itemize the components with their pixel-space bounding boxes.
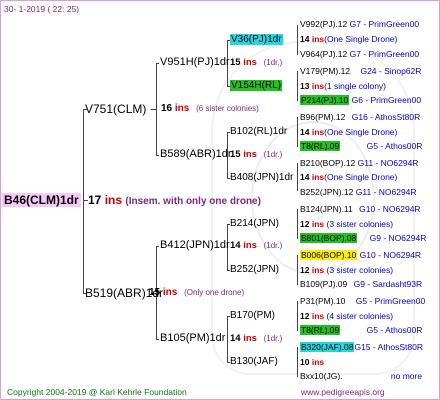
g4-queen-name[interactable]: B130(JAF) <box>230 357 278 367</box>
insem-row: 12 ins (3 sister colonies) <box>300 265 394 275</box>
g3-insem-info: 14 ins (1dr.) <box>230 240 283 251</box>
g3-insem-info: 15 ins (1dr.) <box>230 149 283 160</box>
pedigree-chart: { "header": {"date_line": "30- 1-2019 ( … <box>0 0 440 400</box>
g4-queen-name[interactable]: B252(JPN) <box>230 265 279 275</box>
ancestor-row: B320(JAF).08G15 - AthosSt80R <box>300 342 423 352</box>
connector <box>156 339 159 340</box>
g3-queen-name[interactable]: B589(ABR)1dr <box>160 149 232 160</box>
insem-row: 12 ins (4 sister colonies) <box>300 311 394 321</box>
connector <box>156 246 159 247</box>
dam-insem-info: 15 ins (Only one drone) <box>149 287 245 298</box>
connector <box>151 109 156 110</box>
ancestor-row: B124(JPN).11 G10 - NO6294R <box>300 204 421 214</box>
connector <box>156 63 157 155</box>
ancestor-row: Bxx10(JG). no more <box>300 371 423 381</box>
connector <box>297 255 298 285</box>
connector <box>227 316 228 362</box>
insem-row: 12 ins (3 sister colonies) <box>300 219 394 229</box>
ancestor-row: B252(JPN).12 G11 - NO6294R <box>300 187 417 197</box>
ancestor-row: B96(PM).12 G16 - AthosSt80R <box>300 112 421 122</box>
insem-row: 14 ins(One Single Drone) <box>300 172 398 182</box>
g3-insem-info: 14 ins (1dr.) <box>230 333 283 344</box>
insem-row: 13 ins(1 single colony) <box>300 81 387 91</box>
ancestor-row: B006(BOP).10 G10 - NO6294R <box>300 250 422 260</box>
connector <box>297 117 298 147</box>
ancestor-row: V964(PJ).12 G7 - PrimGreen00 <box>300 49 420 59</box>
copyright-text: Copyright 2004-2019 @ Karl Kehrle Founda… <box>7 387 187 397</box>
insem-row: 14 ins(One Single Drone) <box>300 127 398 137</box>
g4-queen-name[interactable]: B170(PM) <box>230 311 275 321</box>
g4-queen-name[interactable]: B102(RL)1dr <box>230 127 287 137</box>
ancestor-row: P31(PM).10 G5 - PrimGreen00 <box>300 296 426 306</box>
ancestor-row: B109(PJ).09 G9 - Sardasht93R <box>300 279 423 289</box>
ancestor-row: T8(RL).09 G5 - Athos00R <box>300 325 423 335</box>
connector <box>156 155 159 156</box>
sire-insem-info: 16 ins (6 sister colonies) <box>161 103 259 114</box>
connector <box>297 163 298 191</box>
g3-queen-name[interactable]: V951H(PJ)1dr <box>160 57 230 68</box>
root-insem-info: 17 ins (Insem. with only one drone) <box>88 193 261 207</box>
ancestor-row: B801(BOP).08 G9 - NO6294R <box>300 233 427 243</box>
ancestor-row: V992(PJ).12 G7 - PrimGreen00 <box>300 19 420 29</box>
g4-queen-name[interactable]: B214(JPN) <box>230 219 279 229</box>
ancestor-row: P214(PJ).10 G6 - PrimGreen00 <box>300 95 422 105</box>
g4-queen-name[interactable]: B408(JPN)1dr <box>230 173 293 183</box>
connector <box>297 71 298 101</box>
connector <box>83 109 84 293</box>
g3-insem-info: 15 ins (1dr.) <box>230 57 283 68</box>
g4-queen-name[interactable]: V36(PJ)1dr <box>230 34 283 45</box>
g4-queen-name[interactable]: V154H(RL) <box>230 80 283 91</box>
root-queen[interactable]: B46(CLM)1dr <box>2 193 81 207</box>
insem-row: 10 ins <box>300 357 325 367</box>
g3-queen-name[interactable]: B105(PM)1dr <box>160 333 225 344</box>
insem-row: 14 ins(One Single Drone) <box>300 34 398 44</box>
sire-name[interactable]: V751(CLM) <box>85 103 146 115</box>
date-header: 30- 1-2019 ( 22: 25) <box>4 4 80 14</box>
site-link[interactable]: www.pedigreeapis.org <box>301 388 385 397</box>
root-queen-name[interactable]: B46(CLM)1dr <box>2 193 81 207</box>
ancestor-row: T8(RL).09 G5 - Athos00R <box>300 141 423 151</box>
ancestor-row: V179(PM).12 G24 - Sinop62R <box>300 66 422 76</box>
ancestor-row: B210(BOP).12 G11 - NO6294R <box>300 158 419 168</box>
connector <box>156 63 159 64</box>
connector <box>297 347 298 377</box>
connector <box>297 209 298 239</box>
connector <box>297 25 298 55</box>
connector <box>297 301 298 331</box>
g3-queen-name[interactable]: B412(JPN)1dr <box>160 240 230 251</box>
